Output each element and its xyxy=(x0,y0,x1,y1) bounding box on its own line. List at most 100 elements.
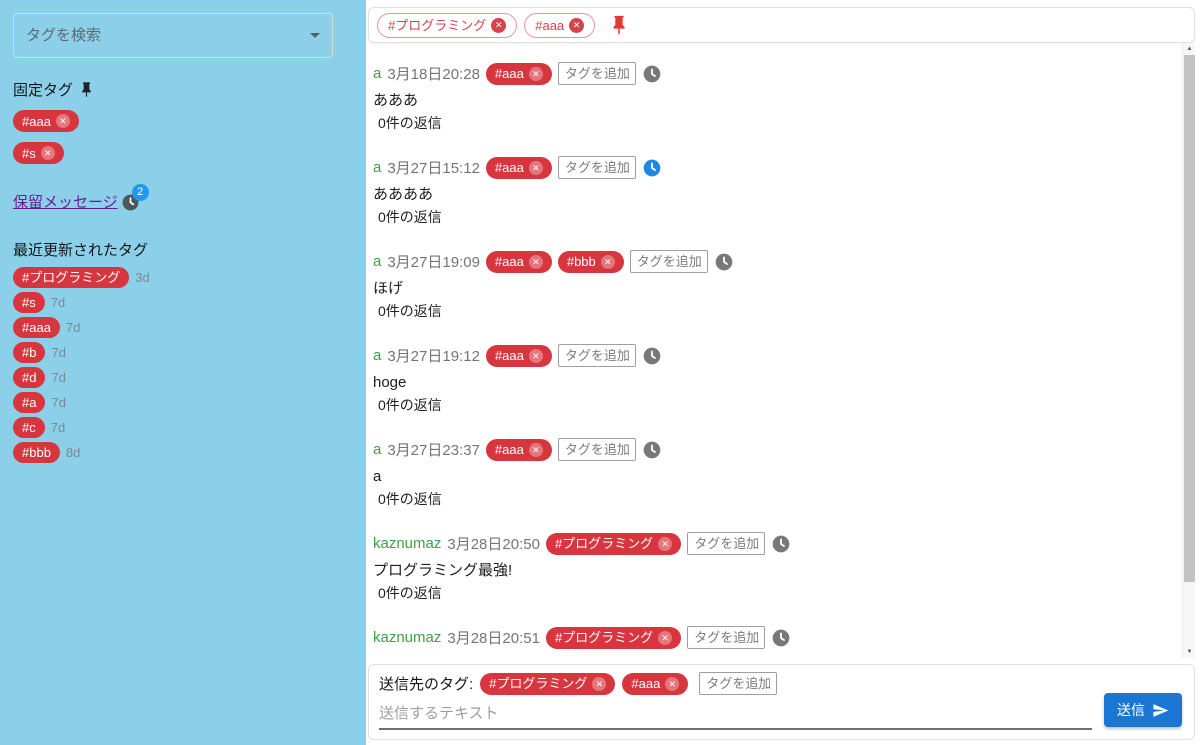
close-icon[interactable]: ✕ xyxy=(665,677,679,691)
message-username[interactable]: a xyxy=(373,159,381,176)
tag-chip[interactable]: #c xyxy=(13,417,45,438)
message-replies-link[interactable]: 0件の返信 xyxy=(373,114,1165,133)
close-icon[interactable]: ✕ xyxy=(529,443,543,457)
message-add-tag-input[interactable] xyxy=(687,532,765,555)
close-icon[interactable]: ✕ xyxy=(529,349,543,363)
message-replies-link[interactable]: 0件の返信 xyxy=(373,396,1165,415)
message-replies-link[interactable]: 0件の返信 xyxy=(373,208,1165,227)
tag-chip[interactable]: #aaa ✕ xyxy=(13,110,79,132)
tag-chip[interactable]: #aaa✕ xyxy=(622,673,688,695)
scroll-down-arrow[interactable]: ▼ xyxy=(1183,646,1195,658)
tag-chip[interactable]: #aaa xyxy=(13,317,60,338)
message-replies-link[interactable]: 0件の返信 xyxy=(373,584,1165,603)
close-icon[interactable]: ✕ xyxy=(529,67,543,81)
scrollbar-thumb[interactable] xyxy=(1184,55,1195,582)
pinned-tag-row: #s✕ xyxy=(13,142,353,174)
tag-search-select[interactable] xyxy=(13,13,333,58)
clock-button[interactable] xyxy=(771,534,791,554)
message-add-tag-input[interactable] xyxy=(558,438,636,461)
close-icon[interactable]: ✕ xyxy=(658,631,672,645)
recent-tags-list: #プログラミング3d#s7d#aaa7d#b7d#d7d#a7d#c7d#bbb… xyxy=(13,267,353,463)
tag-chip[interactable]: #プログラミング ✕ xyxy=(546,533,681,555)
tag-chip[interactable]: #プログラミング ✕ xyxy=(546,627,681,649)
pin-icon[interactable] xyxy=(608,14,630,36)
message-text: hoge xyxy=(373,373,1165,393)
message: a3月27日15:12#aaa✕ああああ0件の返信 xyxy=(373,156,1165,227)
composer-tags: #プログラミング✕ #aaa✕ xyxy=(480,673,688,695)
message-add-tag-input[interactable] xyxy=(558,344,636,367)
tag-chip[interactable]: #b xyxy=(13,342,45,363)
chevron-down-icon[interactable] xyxy=(310,33,320,38)
close-icon[interactable]: ✕ xyxy=(491,18,506,33)
message: kaznumaz3月28日20:51#プログラミング✕0件の返信 xyxy=(373,626,1165,658)
tag-chip[interactable]: #aaa✕ xyxy=(486,63,552,85)
tag-chip[interactable]: #プログラミング✕ xyxy=(480,673,615,695)
tag-search-input[interactable] xyxy=(26,27,302,44)
message-username[interactable]: a xyxy=(373,65,381,82)
send-button[interactable]: 送信 xyxy=(1104,693,1182,727)
held-messages-link[interactable]: 保留メッセージ xyxy=(13,191,118,212)
recent-tag-row: #aaa7d xyxy=(13,317,353,338)
tag-chip[interactable]: #aaa✕ xyxy=(486,157,552,179)
send-icon xyxy=(1152,702,1169,719)
clock-button[interactable] xyxy=(771,628,791,648)
tag-chip[interactable]: #aaa✕ xyxy=(524,13,595,38)
close-icon[interactable]: ✕ xyxy=(658,537,672,551)
message-add-tag-input[interactable] xyxy=(630,250,708,273)
tag-chip[interactable]: #s xyxy=(13,292,45,313)
tag-chip[interactable]: #プログラミング✕ xyxy=(377,13,517,38)
message-add-tag-input[interactable] xyxy=(687,626,765,649)
message-text: a xyxy=(373,467,1165,487)
composer-add-tag-input[interactable] xyxy=(699,672,777,695)
scrollbar[interactable]: ▲ ▼ xyxy=(1182,43,1195,658)
message-username[interactable]: a xyxy=(373,441,381,458)
tag-chip[interactable]: #aaa✕ xyxy=(486,345,552,367)
message-replies-link[interactable]: 0件の返信 xyxy=(373,302,1165,321)
tag-chip[interactable]: #aaa✕ xyxy=(486,251,552,273)
pin-icon xyxy=(78,81,95,98)
tag-chip-label: #aaa xyxy=(22,115,51,128)
message-add-tag-input[interactable] xyxy=(558,62,636,85)
recent-tag-row: #s7d xyxy=(13,292,353,313)
close-icon[interactable]: ✕ xyxy=(529,161,543,175)
message-username[interactable]: kaznumaz xyxy=(373,535,441,552)
close-icon[interactable]: ✕ xyxy=(41,146,55,160)
close-icon[interactable]: ✕ xyxy=(529,255,543,269)
tag-chip[interactable]: #bbb✕ xyxy=(558,251,624,273)
close-icon[interactable]: ✕ xyxy=(56,114,70,128)
clock-icon xyxy=(714,252,734,272)
messages-panel: a3月18日20:28#aaa✕あああ0件の返信a3月27日15:12#aaa✕… xyxy=(368,43,1195,658)
pinned-tag-row: #aaa ✕ xyxy=(13,110,353,142)
message-username[interactable]: a xyxy=(373,253,381,270)
clock-button[interactable] xyxy=(642,440,662,460)
close-icon[interactable]: ✕ xyxy=(601,255,615,269)
close-icon[interactable]: ✕ xyxy=(569,18,584,33)
message-username[interactable]: kaznumaz xyxy=(373,629,441,646)
close-icon[interactable]: ✕ xyxy=(592,677,606,691)
tag-chip[interactable]: #a xyxy=(13,392,45,413)
message-username[interactable]: a xyxy=(373,347,381,364)
composer-text-input[interactable] xyxy=(379,697,1092,730)
tag-chip[interactable]: #bbb xyxy=(13,442,60,463)
recent-tag-row: #a7d xyxy=(13,392,353,413)
tag-chip-label: #b xyxy=(22,346,36,359)
held-count-badge: 2 xyxy=(132,184,149,201)
tag-chip[interactable]: #s✕ xyxy=(13,142,64,164)
scroll-up-arrow[interactable]: ▲ xyxy=(1183,43,1195,55)
message-replies-link[interactable]: 0件の返信 xyxy=(373,490,1165,509)
tag-chip[interactable]: #d xyxy=(13,367,45,388)
tag-chip-label: #プログラミング xyxy=(555,631,653,644)
clock-button[interactable] xyxy=(642,64,662,84)
message-timestamp: 3月27日23:37 xyxy=(387,439,480,460)
message-add-tag-input[interactable] xyxy=(558,156,636,179)
tag-chip[interactable]: #プログラミング xyxy=(13,267,129,288)
message-text: ほげ xyxy=(373,279,1165,299)
clock-button[interactable] xyxy=(642,346,662,366)
message-timestamp: 3月28日20:50 xyxy=(447,533,540,554)
clock-button[interactable] xyxy=(714,252,734,272)
message-timestamp: 3月27日19:09 xyxy=(387,251,480,272)
clock-button[interactable] xyxy=(642,158,662,178)
message-text: プログラミング最強! xyxy=(373,561,1165,581)
tag-chip-label: #プログラミング xyxy=(555,537,653,550)
tag-chip[interactable]: #aaa✕ xyxy=(486,439,552,461)
